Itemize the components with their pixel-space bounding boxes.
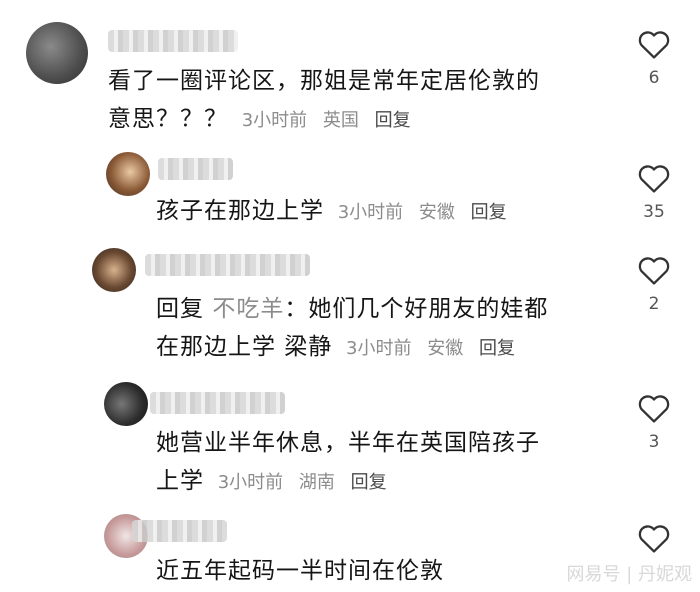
- avatar[interactable]: [92, 248, 136, 292]
- like-button[interactable]: [634, 522, 674, 554]
- avatar[interactable]: [106, 152, 150, 196]
- heart-outline-icon: [638, 257, 670, 285]
- comment-text: 近五年起码一半时间在伦敦: [156, 558, 444, 584]
- comment-time: 3小时前: [346, 338, 412, 359]
- reply-button[interactable]: 回复: [351, 472, 387, 493]
- comment-location: 湖南: [298, 472, 335, 493]
- comment-text: 回复 不吃羊：她们几个好朋友的娃都 在那边上学 梁静 3小时前 安徽 回复: [156, 296, 549, 360]
- like-button[interactable]: 35: [634, 162, 674, 222]
- username-blurred[interactable]: [145, 254, 310, 276]
- like-count: 2: [648, 294, 660, 314]
- comment-time: 3小时前: [241, 110, 308, 131]
- avatar[interactable]: [104, 382, 148, 426]
- like-button[interactable]: 3: [634, 392, 674, 452]
- comment-location: 英国: [322, 110, 359, 131]
- watermark: 网易号 | 丹妮观: [566, 564, 692, 585]
- like-count: 6: [648, 68, 660, 88]
- reply-target-user[interactable]: 不吃羊: [212, 296, 284, 322]
- like-button[interactable]: 6: [634, 28, 674, 88]
- username-blurred[interactable]: [150, 392, 285, 414]
- username-blurred[interactable]: [158, 158, 233, 180]
- like-button[interactable]: 2: [634, 254, 674, 314]
- username-blurred[interactable]: [132, 520, 227, 542]
- like-count: 3: [648, 432, 660, 452]
- reply-button[interactable]: 回复: [375, 110, 411, 131]
- avatar[interactable]: [26, 22, 88, 84]
- heart-outline-icon: [638, 31, 670, 59]
- comment-time: 3小时前: [217, 472, 284, 493]
- reply-prefix: 回复: [156, 296, 204, 322]
- heart-outline-icon: [638, 165, 670, 193]
- comment-location: 安徽: [418, 202, 455, 223]
- comment-time: 3小时前: [337, 202, 404, 223]
- heart-outline-icon: [638, 525, 670, 553]
- like-count: 35: [643, 202, 665, 222]
- comment-text: 她营业半年休息，半年在英国陪孩子 上学 3小时前 湖南 回复: [156, 430, 540, 494]
- comment-location: 安徽: [427, 338, 464, 359]
- comment-text: 看了一圈评论区，那姐是常年定居伦敦的 意思？？？ 3小时前 英国 回复: [108, 68, 540, 132]
- reply-button[interactable]: 回复: [479, 338, 515, 359]
- username-blurred[interactable]: [108, 30, 238, 52]
- reply-button[interactable]: 回复: [471, 202, 507, 223]
- comment-text: 孩子在那边上学 3小时前 安徽 回复: [156, 198, 507, 224]
- heart-outline-icon: [638, 395, 670, 423]
